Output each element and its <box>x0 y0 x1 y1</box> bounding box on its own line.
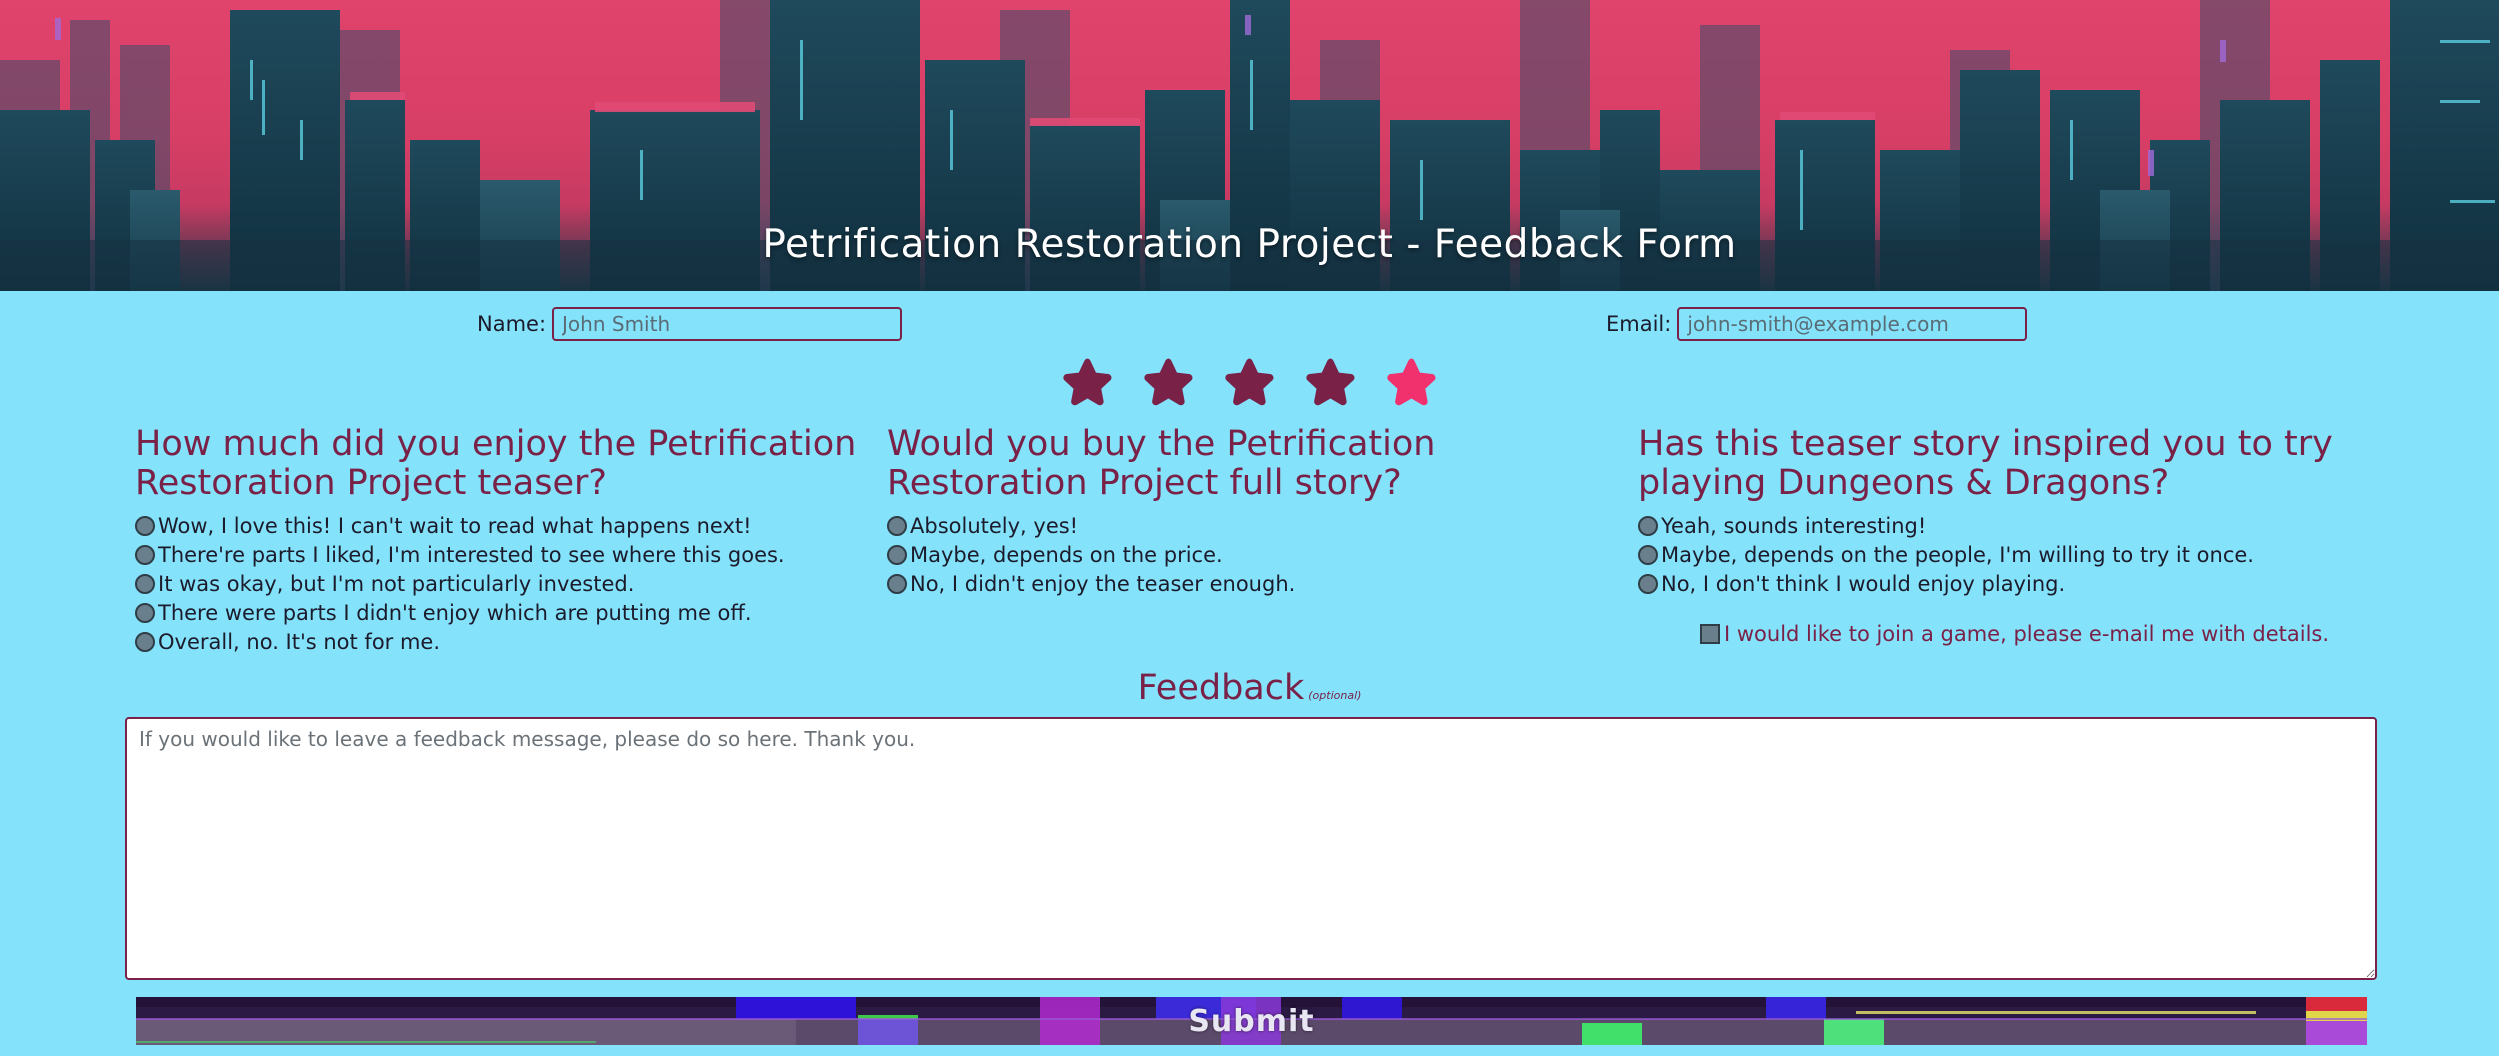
radio-option[interactable]: No, I didn't enjoy the teaser enough. <box>887 569 1627 598</box>
radio-button[interactable] <box>135 544 155 565</box>
option-label: It was okay, but I'm not particularly in… <box>158 571 635 596</box>
star-4-icon[interactable] <box>1303 355 1358 410</box>
radio-button[interactable] <box>887 544 907 565</box>
radio-option[interactable]: Yeah, sounds interesting! <box>1638 511 2398 540</box>
email-field-group: Email: <box>1606 306 2028 342</box>
option-label: There're parts I liked, I'm interested t… <box>158 542 785 567</box>
name-input[interactable] <box>552 307 903 341</box>
submit-button[interactable]: Submit <box>136 997 2367 1045</box>
option-label: No, I didn't enjoy the teaser enough. <box>910 571 1296 596</box>
radio-button[interactable] <box>1638 544 1658 565</box>
radio-button[interactable] <box>887 573 907 594</box>
radio-button[interactable] <box>135 573 155 594</box>
star-1-icon[interactable] <box>1060 355 1115 410</box>
radio-button[interactable] <box>887 515 907 536</box>
question-dnd: Has this teaser story inspired you to tr… <box>1638 425 2398 598</box>
radio-button[interactable] <box>1638 515 1658 536</box>
option-label: Yeah, sounds interesting! <box>1661 513 1927 538</box>
radio-option[interactable]: Maybe, depends on the people, I'm willin… <box>1638 540 2398 569</box>
optional-note: (optional) <box>1308 689 1362 702</box>
feedback-title: Feedback <box>1137 668 1305 708</box>
name-label: Name: <box>477 312 547 336</box>
header-banner: Petrification Restoration Project - Feed… <box>0 0 2499 291</box>
option-label: No, I don't think I would enjoy playing. <box>1661 571 2066 596</box>
option-label: Maybe, depends on the people, I'm willin… <box>1661 542 2254 567</box>
question-title: How much did you enjoy the Petrification… <box>135 424 857 503</box>
radio-option[interactable]: Maybe, depends on the price. <box>887 540 1627 569</box>
question-enjoyment: How much did you enjoy the Petrification… <box>135 425 875 656</box>
radio-button[interactable] <box>135 631 155 652</box>
radio-option[interactable]: It was okay, but I'm not particularly in… <box>135 569 875 598</box>
star-5-icon[interactable] <box>1384 355 1439 410</box>
join-game-option[interactable]: I would like to join a game, please e-ma… <box>1700 622 2329 646</box>
radio-button[interactable] <box>135 602 155 623</box>
star-rating <box>1060 355 1439 410</box>
email-input[interactable] <box>1677 307 2028 341</box>
star-3-icon[interactable] <box>1222 355 1277 410</box>
radio-option[interactable]: Absolutely, yes! <box>887 511 1627 540</box>
question-title: Would you buy the Petrification Restorat… <box>887 424 1436 503</box>
radio-option[interactable]: There're parts I liked, I'm interested t… <box>135 540 875 569</box>
option-label: Maybe, depends on the price. <box>910 542 1223 567</box>
option-label: Wow, I love this! I can't wait to read w… <box>158 513 752 538</box>
radio-option[interactable]: There were parts I didn't enjoy which ar… <box>135 598 875 627</box>
radio-option[interactable]: Wow, I love this! I can't wait to read w… <box>135 511 875 540</box>
page-title: Petrification Restoration Project - Feed… <box>762 222 1737 267</box>
feedback-heading: Feedback (optional) <box>0 668 2499 708</box>
radio-option[interactable]: No, I don't think I would enjoy playing. <box>1638 569 2398 598</box>
question-title: Has this teaser story inspired you to tr… <box>1638 424 2333 503</box>
option-label: Absolutely, yes! <box>910 513 1079 538</box>
join-game-label: I would like to join a game, please e-ma… <box>1724 622 2330 646</box>
email-label: Email: <box>1606 312 1672 336</box>
name-field-group: Name: <box>477 306 903 342</box>
submit-label: Submit <box>1188 1003 1315 1039</box>
feedback-textarea[interactable] <box>125 717 2377 980</box>
question-purchase: Would you buy the Petrification Restorat… <box>887 425 1627 598</box>
join-game-checkbox[interactable] <box>1700 624 1720 644</box>
star-2-icon[interactable] <box>1141 355 1196 410</box>
option-label: Overall, no. It's not for me. <box>158 629 441 654</box>
radio-button[interactable] <box>1638 573 1658 594</box>
radio-option[interactable]: Overall, no. It's not for me. <box>135 627 875 656</box>
option-label: There were parts I didn't enjoy which ar… <box>158 600 752 625</box>
radio-button[interactable] <box>135 515 155 536</box>
